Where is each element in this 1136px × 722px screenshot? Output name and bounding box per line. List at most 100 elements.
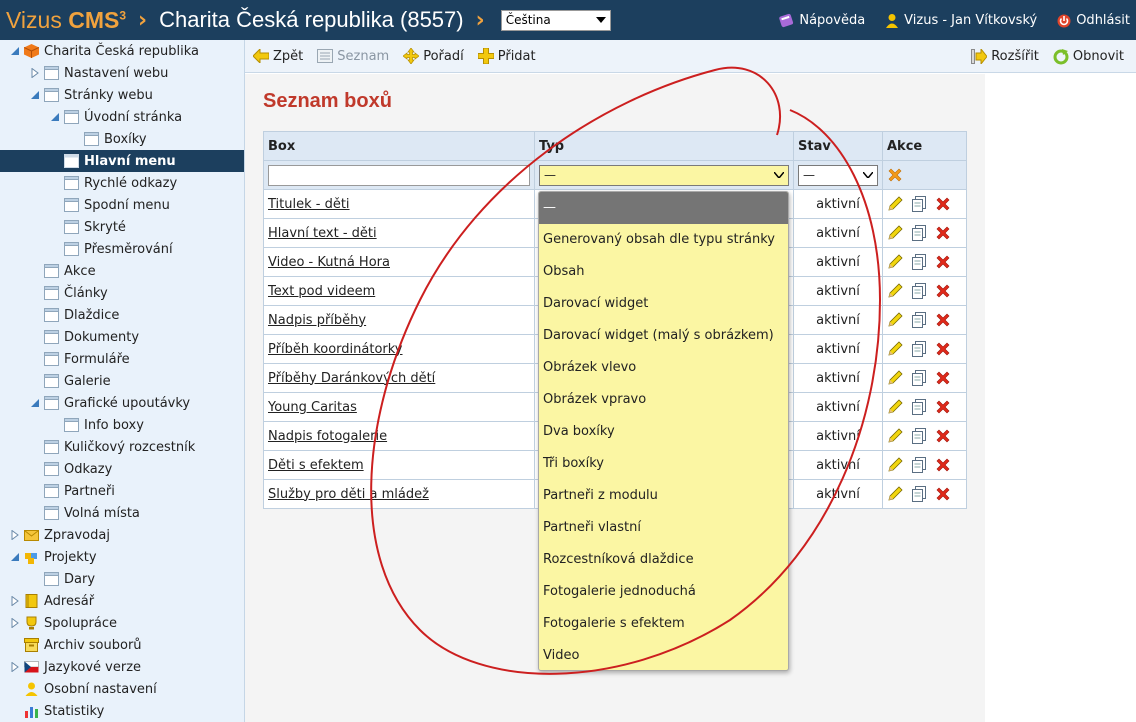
box-link[interactable]: Hlavní text - děti	[268, 226, 377, 241]
delete-icon[interactable]	[935, 196, 951, 212]
sidebar-item[interactable]: Partneři	[0, 480, 244, 502]
delete-icon[interactable]	[935, 428, 951, 444]
sidebar-item[interactable]: Úvodní stránka	[0, 106, 244, 128]
sidebar-item[interactable]: Skryté	[0, 216, 244, 238]
dropdown-option[interactable]: Rozcestníková dlaždice	[539, 544, 788, 576]
sidebar-item[interactable]: Akce	[0, 260, 244, 282]
sidebar-item[interactable]: Články	[0, 282, 244, 304]
sidebar-item[interactable]: Odkazy	[0, 458, 244, 480]
delete-icon[interactable]	[935, 283, 951, 299]
delete-icon[interactable]	[935, 457, 951, 473]
refresh-button[interactable]: Obnovit	[1053, 48, 1124, 65]
state-filter-select[interactable]: —	[798, 164, 878, 186]
column-header-box[interactable]: Box	[263, 131, 535, 161]
sidebar-item[interactable]: Nastavení webu	[0, 62, 244, 84]
expand-arrow-icon[interactable]	[30, 68, 40, 78]
delete-icon[interactable]	[935, 225, 951, 241]
type-filter-select[interactable]: —	[539, 164, 789, 186]
edit-pencil-icon[interactable]	[887, 399, 903, 415]
box-link[interactable]: Text pod videem	[268, 284, 375, 299]
delete-icon[interactable]	[935, 341, 951, 357]
edit-pencil-icon[interactable]	[887, 486, 903, 502]
sidebar-item[interactable]: Adresář	[0, 590, 244, 612]
copy-icon[interactable]	[911, 370, 927, 386]
delete-icon[interactable]	[935, 312, 951, 328]
sidebar-item[interactable]: Spodní menu	[0, 194, 244, 216]
sidebar-item[interactable]: Archiv souborů	[0, 634, 244, 656]
dropdown-option[interactable]: Obrázek vlevo	[539, 352, 788, 384]
copy-icon[interactable]	[911, 457, 927, 473]
list-button[interactable]: Seznam	[317, 49, 389, 64]
sidebar-item[interactable]: Boxíky	[0, 128, 244, 150]
help-link[interactable]: Nápověda	[778, 13, 865, 28]
sidebar-item[interactable]: Statistiky	[0, 700, 244, 722]
expand-arrow-icon[interactable]	[10, 596, 20, 606]
back-button[interactable]: Zpět	[253, 49, 303, 64]
copy-icon[interactable]	[911, 254, 927, 270]
tree-root[interactable]: Charita Česká republika	[0, 40, 244, 62]
delete-icon[interactable]	[935, 254, 951, 270]
collapse-arrow-icon[interactable]	[50, 112, 60, 122]
collapse-arrow-icon[interactable]	[30, 398, 40, 408]
sidebar-item[interactable]: Volná místa	[0, 502, 244, 524]
delete-icon[interactable]	[935, 370, 951, 386]
box-link[interactable]: Titulek - děti	[268, 197, 350, 212]
collapse-arrow-icon[interactable]	[10, 552, 20, 562]
language-select[interactable]: Čeština	[500, 9, 611, 31]
site-title[interactable]: Charita Česká republika (8557)	[159, 7, 464, 33]
copy-icon[interactable]	[911, 399, 927, 415]
dropdown-option[interactable]: Partneři vlastní	[539, 512, 788, 544]
sidebar-item[interactable]: Dary	[0, 568, 244, 590]
edit-pencil-icon[interactable]	[887, 428, 903, 444]
expand-arrow-icon[interactable]	[10, 662, 20, 672]
copy-icon[interactable]	[911, 196, 927, 212]
expand-arrow-icon[interactable]	[10, 618, 20, 628]
copy-icon[interactable]	[911, 486, 927, 502]
box-link[interactable]: Nadpis fotogalerie	[268, 429, 387, 444]
dropdown-option[interactable]: Generovaný obsah dle typu stránky	[539, 224, 788, 256]
sidebar-item[interactable]: Přesměrování	[0, 238, 244, 260]
box-link[interactable]: Příběhy Daránkových dětí	[268, 371, 435, 386]
box-link[interactable]: Nadpis příběhy	[268, 313, 366, 328]
sidebar-item[interactable]: Stránky webu	[0, 84, 244, 106]
edit-pencil-icon[interactable]	[887, 225, 903, 241]
column-header-stav[interactable]: Stav	[793, 131, 883, 161]
dropdown-option[interactable]: Darovací widget (malý s obrázkem)	[539, 320, 788, 352]
dropdown-option[interactable]: Obrázek vpravo	[539, 384, 788, 416]
dropdown-option[interactable]: Video	[539, 640, 788, 670]
user-link[interactable]: Vizus - Jan Vítkovský	[885, 13, 1037, 28]
sidebar-item[interactable]: Kuličkový rozcestník	[0, 436, 244, 458]
sidebar-item[interactable]: Grafické upoutávky	[0, 392, 244, 414]
dropdown-option[interactable]: Dva boxíky	[539, 416, 788, 448]
sidebar-item[interactable]: Zpravodaj	[0, 524, 244, 546]
sidebar-item[interactable]: Dlaždice	[0, 304, 244, 326]
expand-button[interactable]: Rozšířit	[971, 49, 1039, 64]
expand-arrow-icon[interactable]	[10, 530, 20, 540]
dropdown-option[interactable]: Tři boxíky	[539, 448, 788, 480]
copy-icon[interactable]	[911, 341, 927, 357]
copy-icon[interactable]	[911, 312, 927, 328]
box-link[interactable]: Young Caritas	[268, 400, 357, 415]
box-link[interactable]: Služby pro děti a mládež	[268, 487, 429, 502]
column-header-typ[interactable]: Typ	[534, 131, 794, 161]
add-button[interactable]: Přidat	[477, 48, 536, 64]
edit-pencil-icon[interactable]	[887, 196, 903, 212]
dropdown-option[interactable]: Obsah	[539, 256, 788, 288]
copy-icon[interactable]	[911, 283, 927, 299]
sidebar-item[interactable]: Info boxy	[0, 414, 244, 436]
dropdown-option[interactable]: Darovací widget	[539, 288, 788, 320]
sidebar-item[interactable]: Dokumenty	[0, 326, 244, 348]
box-link[interactable]: Příběh koordinátorky	[268, 342, 403, 357]
collapse-arrow-icon[interactable]	[10, 46, 20, 56]
sidebar-item[interactable]: Spolupráce	[0, 612, 244, 634]
box-link[interactable]: Děti s efektem	[268, 458, 364, 473]
logo[interactable]: Vizus CMS3	[6, 7, 126, 34]
edit-pencil-icon[interactable]	[887, 254, 903, 270]
delete-icon[interactable]	[935, 486, 951, 502]
box-filter-input[interactable]	[268, 164, 530, 186]
edit-pencil-icon[interactable]	[887, 312, 903, 328]
edit-pencil-icon[interactable]	[887, 370, 903, 386]
sidebar-item[interactable]: Formuláře	[0, 348, 244, 370]
sidebar-item[interactable]: Osobní nastavení	[0, 678, 244, 700]
sidebar-item[interactable]: Projekty	[0, 546, 244, 568]
